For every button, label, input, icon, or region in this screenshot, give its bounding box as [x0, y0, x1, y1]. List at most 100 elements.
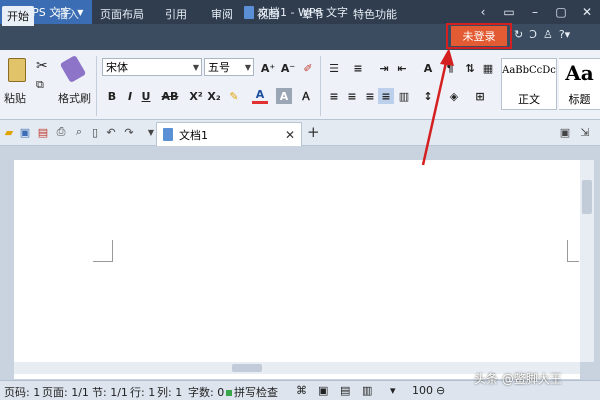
skin-icon[interactable]: Ͻ [529, 28, 537, 41]
redo-icon[interactable]: ↷ [122, 125, 136, 139]
text-effects-icon[interactable]: Ａ [298, 88, 314, 104]
document-page[interactable] [14, 160, 580, 379]
paste-icon[interactable] [8, 58, 26, 82]
bold-button[interactable]: B [104, 88, 120, 104]
save-icon[interactable]: ▣ [18, 125, 32, 139]
tab-icon-group: ↻ Ͻ ♙ ?▾ [514, 28, 570, 41]
outline-view-icon[interactable]: ▥ [362, 384, 372, 397]
line-break-icon[interactable]: ¶ [442, 60, 458, 76]
cut-icon[interactable]: ✂ [36, 58, 48, 74]
export-pdf-icon[interactable]: ▤ [36, 125, 50, 139]
font-size-select[interactable]: 五号 ▼ [204, 58, 254, 76]
user-icon[interactable]: ♙ [543, 28, 553, 41]
new-tab-button[interactable]: + [307, 123, 320, 141]
clear-format-icon[interactable]: ✐ [300, 60, 316, 76]
italic-button[interactable]: I [122, 88, 138, 104]
char-scale-icon[interactable]: A [420, 60, 436, 76]
copy-icon[interactable]: ⧉ [36, 78, 44, 92]
font-color-button[interactable]: A [252, 88, 268, 104]
open-folder-icon[interactable]: ▰ [2, 125, 16, 139]
print-preview-icon[interactable]: ⌕ [72, 125, 86, 139]
ribbon-separator [96, 56, 97, 116]
zoom-out-icon[interactable]: ⊖ [436, 384, 445, 397]
tab-references[interactable]: 引用 [160, 4, 192, 24]
page-view-icon[interactable]: ▣ [318, 384, 328, 397]
tab-features[interactable]: 特色功能 [348, 4, 402, 24]
close-icon[interactable]: ✕ [285, 128, 295, 142]
focus-mode-icon[interactable]: ⌘ [296, 384, 307, 397]
tab-menu-icon[interactable]: ⇲ [578, 125, 592, 139]
font-name-select[interactable]: 宋体 ▼ [102, 58, 202, 76]
border-icon[interactable]: ⊞ [472, 88, 488, 104]
bullet-list-icon[interactable]: ☰ [326, 60, 342, 76]
outdent-icon[interactable]: ⇤ [394, 60, 410, 76]
status-section: 节: 1/1 [92, 386, 128, 399]
char-shading-button[interactable]: A [276, 88, 292, 104]
restore-icon[interactable]: ▭ [496, 0, 522, 24]
tab-view[interactable]: 视图 [252, 4, 284, 24]
align-left-icon[interactable]: ≡ [326, 88, 342, 104]
web-view-icon[interactable]: ▤ [340, 384, 350, 397]
minimize-button[interactable]: – [522, 0, 548, 24]
ribbon-separator [320, 56, 321, 116]
style-name: 标题 [568, 93, 591, 106]
line-spacing-icon[interactable]: ↕ [420, 88, 436, 104]
chevron-down-icon: ▼ [244, 62, 251, 72]
tab-section[interactable]: 章节 [297, 4, 329, 24]
table-grid-icon[interactable]: ▦ [480, 60, 496, 76]
margin-marker [93, 240, 113, 262]
shading-icon[interactable]: ◈ [446, 88, 462, 104]
superscript-button[interactable]: X² [188, 88, 204, 104]
tab-insert[interactable]: 插入 [52, 4, 84, 24]
document-tab-label: 文档1 [179, 128, 208, 142]
zoom-control[interactable]: ▾ [390, 384, 396, 397]
page-icon[interactable]: ▯ [88, 125, 102, 139]
document-tab[interactable]: 文档1 ✕ [156, 122, 302, 146]
sort-icon[interactable]: ⇅ [462, 60, 478, 76]
align-center-icon[interactable]: ≡ [344, 88, 360, 104]
grow-font-button[interactable]: A⁺ [260, 60, 276, 76]
tab-review[interactable]: 审阅 [206, 4, 238, 24]
close-button[interactable]: ✕ [574, 0, 600, 24]
undo-icon[interactable]: ↶ [104, 125, 118, 139]
subscript-button[interactable]: X₂ [206, 88, 222, 104]
status-col: 列: 1 [157, 386, 183, 399]
style-sample-text: Aa [565, 61, 594, 85]
status-dot-icon [226, 390, 232, 396]
status-word-count[interactable]: 字数: 0 [188, 384, 224, 400]
maximize-button[interactable]: ▢ [548, 0, 574, 24]
style-name: 正文 [518, 93, 540, 106]
document-icon [163, 128, 173, 141]
margin-marker [567, 240, 579, 262]
refresh-icon[interactable]: ↻ [514, 28, 523, 41]
highlight-pen-icon[interactable]: ✎ [226, 88, 242, 104]
tab-home[interactable]: 开始 [2, 6, 34, 26]
indent-icon[interactable]: ⇥ [376, 60, 392, 76]
distribute-icon[interactable]: ▥ [396, 88, 412, 104]
justify-icon[interactable]: ≡ [378, 88, 394, 104]
horizontal-scroll-thumb[interactable] [232, 364, 262, 372]
strikethrough-button[interactable]: AB [160, 88, 180, 104]
zoom-level[interactable]: 100 [412, 384, 433, 397]
status-pages: 页面: 1/1 [42, 386, 89, 399]
help-icon[interactable]: ?▾ [559, 28, 570, 41]
status-row: 行: 1 [130, 386, 156, 399]
underline-button[interactable]: U [138, 88, 154, 104]
font-name-value: 宋体 [106, 61, 128, 74]
print-icon[interactable]: ⎙ [54, 125, 68, 139]
numbered-list-icon[interactable]: ≡ [350, 60, 366, 76]
spell-check-toggle[interactable]: 拼写检查 [226, 384, 278, 400]
style-heading[interactable]: Aa 标题 [559, 58, 600, 110]
tab-list-icon[interactable]: ▣ [558, 125, 572, 139]
highlight-box [446, 23, 512, 49]
paste-button[interactable]: 粘贴 [4, 90, 26, 106]
status-page[interactable]: 页码: 1 [4, 384, 40, 400]
shrink-font-button[interactable]: A⁻ [280, 60, 296, 76]
format-painter-button[interactable]: 格式刷 [58, 90, 91, 106]
tab-page-layout[interactable]: 页面布局 [98, 4, 146, 24]
spell-check-label: 拼写检查 [234, 386, 278, 399]
align-right-icon[interactable]: ≡ [362, 88, 378, 104]
vertical-scroll-thumb[interactable] [582, 180, 592, 214]
style-normal[interactable]: AaBbCcDc 正文 [501, 58, 557, 110]
back-icon[interactable]: ‹ [470, 0, 496, 24]
